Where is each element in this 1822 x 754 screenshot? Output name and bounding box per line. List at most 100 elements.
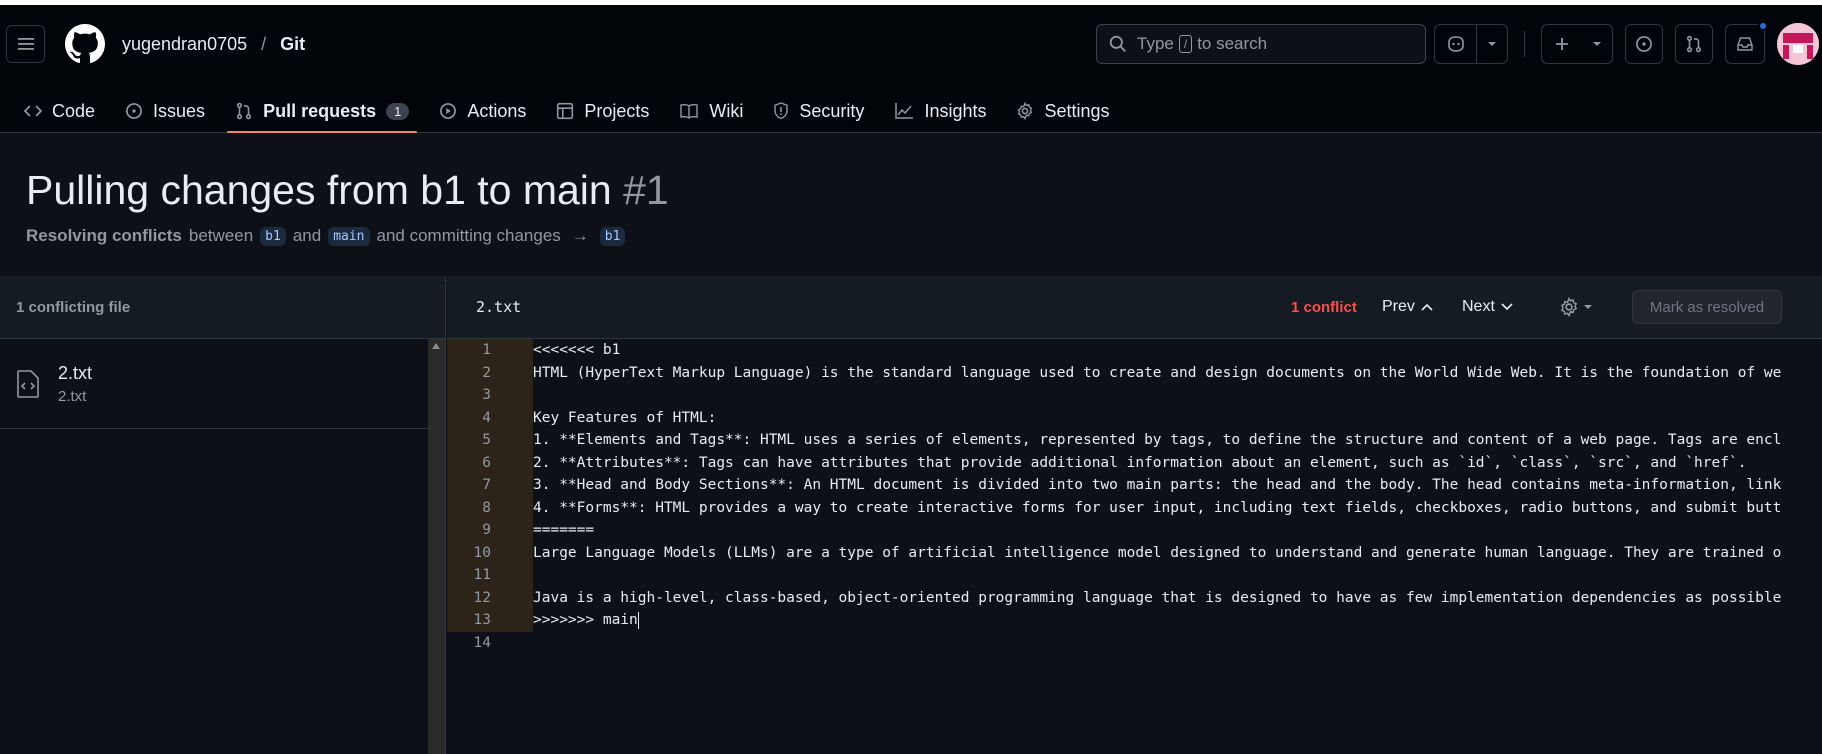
search-icon — [1109, 35, 1126, 52]
tab-settings[interactable]: Settings — [1008, 89, 1117, 133]
code-line: 8 4. **Forms**: HTML provides a way to cr… — [447, 496, 1822, 519]
tab-label: Settings — [1044, 100, 1110, 121]
line-marker — [503, 496, 533, 519]
create-new-button-group[interactable] — [1541, 24, 1613, 64]
tab-wiki[interactable]: Wiki — [671, 89, 751, 133]
line-number: 9 — [447, 519, 503, 542]
search-input[interactable]: Type / to search — [1096, 24, 1426, 64]
line-text: 2. **Attributes**: Tags can have attribu… — [533, 454, 1747, 471]
avatar[interactable] — [1777, 23, 1819, 65]
target-branch-label[interactable]: b1 — [599, 226, 626, 246]
line-text: 1. **Elements and Tags**: HTML uses a se… — [533, 432, 1782, 449]
line-marker — [503, 632, 533, 655]
code-area[interactable]: 1 <<<<<<< b1 2 HTML (HyperText Markup Lang… — [447, 339, 1822, 754]
line-marker — [503, 609, 533, 632]
line-number: 14 — [473, 634, 491, 651]
tab-label: Actions — [467, 100, 527, 121]
prev-label: Prev — [1382, 298, 1415, 315]
code-line: 2 HTML (HyperText Markup Language) is the… — [447, 361, 1822, 384]
copilot-icon — [1447, 36, 1464, 52]
scroll-up-arrow-icon[interactable] — [432, 343, 440, 349]
line-marker — [503, 519, 533, 542]
line-text: <<<<<<< b1 — [533, 342, 621, 359]
hamburger-menu-button[interactable] — [6, 25, 45, 63]
inbox-icon — [1737, 37, 1753, 51]
breadcrumb: yugendran0705 / Git — [122, 34, 305, 55]
arrow-right-icon: → — [571, 226, 589, 245]
line-marker — [503, 384, 533, 407]
next-conflict-button[interactable]: Next — [1462, 298, 1513, 316]
repo-tabs: Code Issues Pull requests 1 Actions Proj… — [0, 89, 1822, 133]
table-icon — [557, 102, 574, 120]
line-number: 6 — [447, 451, 503, 474]
next-label: Next — [1462, 298, 1495, 315]
git-pull-request-icon — [236, 102, 252, 120]
line-marker — [503, 564, 533, 587]
inbox-button[interactable] — [1725, 21, 1768, 64]
editor-settings-button[interactable] — [1559, 297, 1593, 317]
copilot-button[interactable] — [1435, 25, 1477, 63]
repo-owner-link[interactable]: yugendran0705 — [122, 34, 247, 55]
branch-to-label[interactable]: main — [328, 226, 370, 246]
git-pull-request-icon — [1686, 35, 1702, 53]
conflict-file-item[interactable]: 2.txt 2.txt — [0, 339, 428, 429]
create-new-dropdown[interactable] — [1582, 25, 1612, 63]
subtitle-bold: Resolving conflicts — [26, 226, 182, 245]
subtitle-and: and — [292, 226, 322, 245]
code-line: 6 2. **Attributes**: Tags can have attrib… — [447, 451, 1822, 474]
line-number: 8 — [447, 496, 503, 519]
prev-conflict-button[interactable]: Prev — [1382, 298, 1433, 316]
pull-requests-shortcut-button[interactable] — [1675, 24, 1713, 64]
book-icon — [680, 104, 699, 119]
tab-insights[interactable]: Insights — [886, 89, 994, 133]
tab-pull-requests[interactable]: Pull requests 1 — [227, 89, 418, 133]
code-line: 9 ======= — [447, 519, 1822, 542]
file-code-icon — [17, 369, 39, 398]
tab-projects[interactable]: Projects — [548, 89, 657, 133]
sidebar-scrollbar[interactable] — [428, 339, 445, 754]
line-text: >>>>>>> main — [533, 612, 638, 629]
copilot-dropdown-button[interactable] — [1477, 25, 1507, 63]
code-line: 3 — [447, 384, 1822, 407]
text-cursor — [637, 611, 639, 629]
pr-subtitle: Resolving conflicts between b1 and main … — [26, 226, 626, 246]
editor-filename: 2.txt — [476, 298, 522, 316]
conflict-workspace: 1 conflicting file 2.txt 2.txt 2.txt 1 c… — [0, 276, 1822, 754]
line-number: 11 — [447, 564, 503, 587]
file-path: 2.txt — [58, 387, 87, 405]
code-line: 11 — [447, 564, 1822, 587]
github-logo-icon[interactable] — [65, 24, 105, 64]
caret-down-icon — [1584, 305, 1592, 309]
tab-label: Pull requests — [263, 100, 377, 121]
line-text: Large Language Models (LLMs) are a type … — [533, 544, 1782, 561]
header-actions — [1434, 21, 1819, 65]
code-icon — [24, 105, 42, 117]
repo-name-link[interactable]: Git — [280, 34, 305, 55]
shield-icon — [774, 102, 789, 120]
line-marker — [503, 429, 533, 452]
app-header: yugendran0705 / Git Type / to search Cod… — [0, 5, 1822, 133]
line-text: HTML (HyperText Markup Language) is the … — [533, 364, 1782, 381]
line-marker — [503, 541, 533, 564]
copilot-button-group[interactable] — [1434, 24, 1508, 64]
conflict-editor: 2.txt 1 conflict Prev Next Mark as resol… — [447, 276, 1822, 754]
tab-label: Security — [799, 100, 865, 121]
tab-code[interactable]: Code — [16, 89, 103, 133]
line-marker — [503, 406, 533, 429]
issues-shortcut-button[interactable] — [1625, 24, 1663, 64]
tab-security[interactable]: Security — [765, 89, 872, 133]
tab-actions[interactable]: Actions — [431, 89, 534, 133]
conflict-file-sidebar: 1 conflicting file 2.txt 2.txt — [0, 276, 446, 754]
chevron-down-icon — [1593, 42, 1601, 46]
tab-issues[interactable]: Issues — [117, 89, 213, 133]
subtitle-tail: and committing changes — [376, 226, 561, 245]
line-text: Key Features of HTML: — [533, 409, 717, 426]
create-new-button[interactable] — [1542, 25, 1582, 63]
search-placeholder-suffix: to search — [1197, 34, 1268, 53]
code-line: 1 <<<<<<< b1 — [447, 339, 1822, 362]
mark-as-resolved-button[interactable]: Mark as resolved — [1632, 290, 1782, 324]
plus-icon — [1556, 38, 1568, 50]
file-name: 2.txt — [58, 362, 93, 383]
branch-from-label[interactable]: b1 — [260, 226, 286, 246]
tab-label: Insights — [924, 100, 987, 121]
